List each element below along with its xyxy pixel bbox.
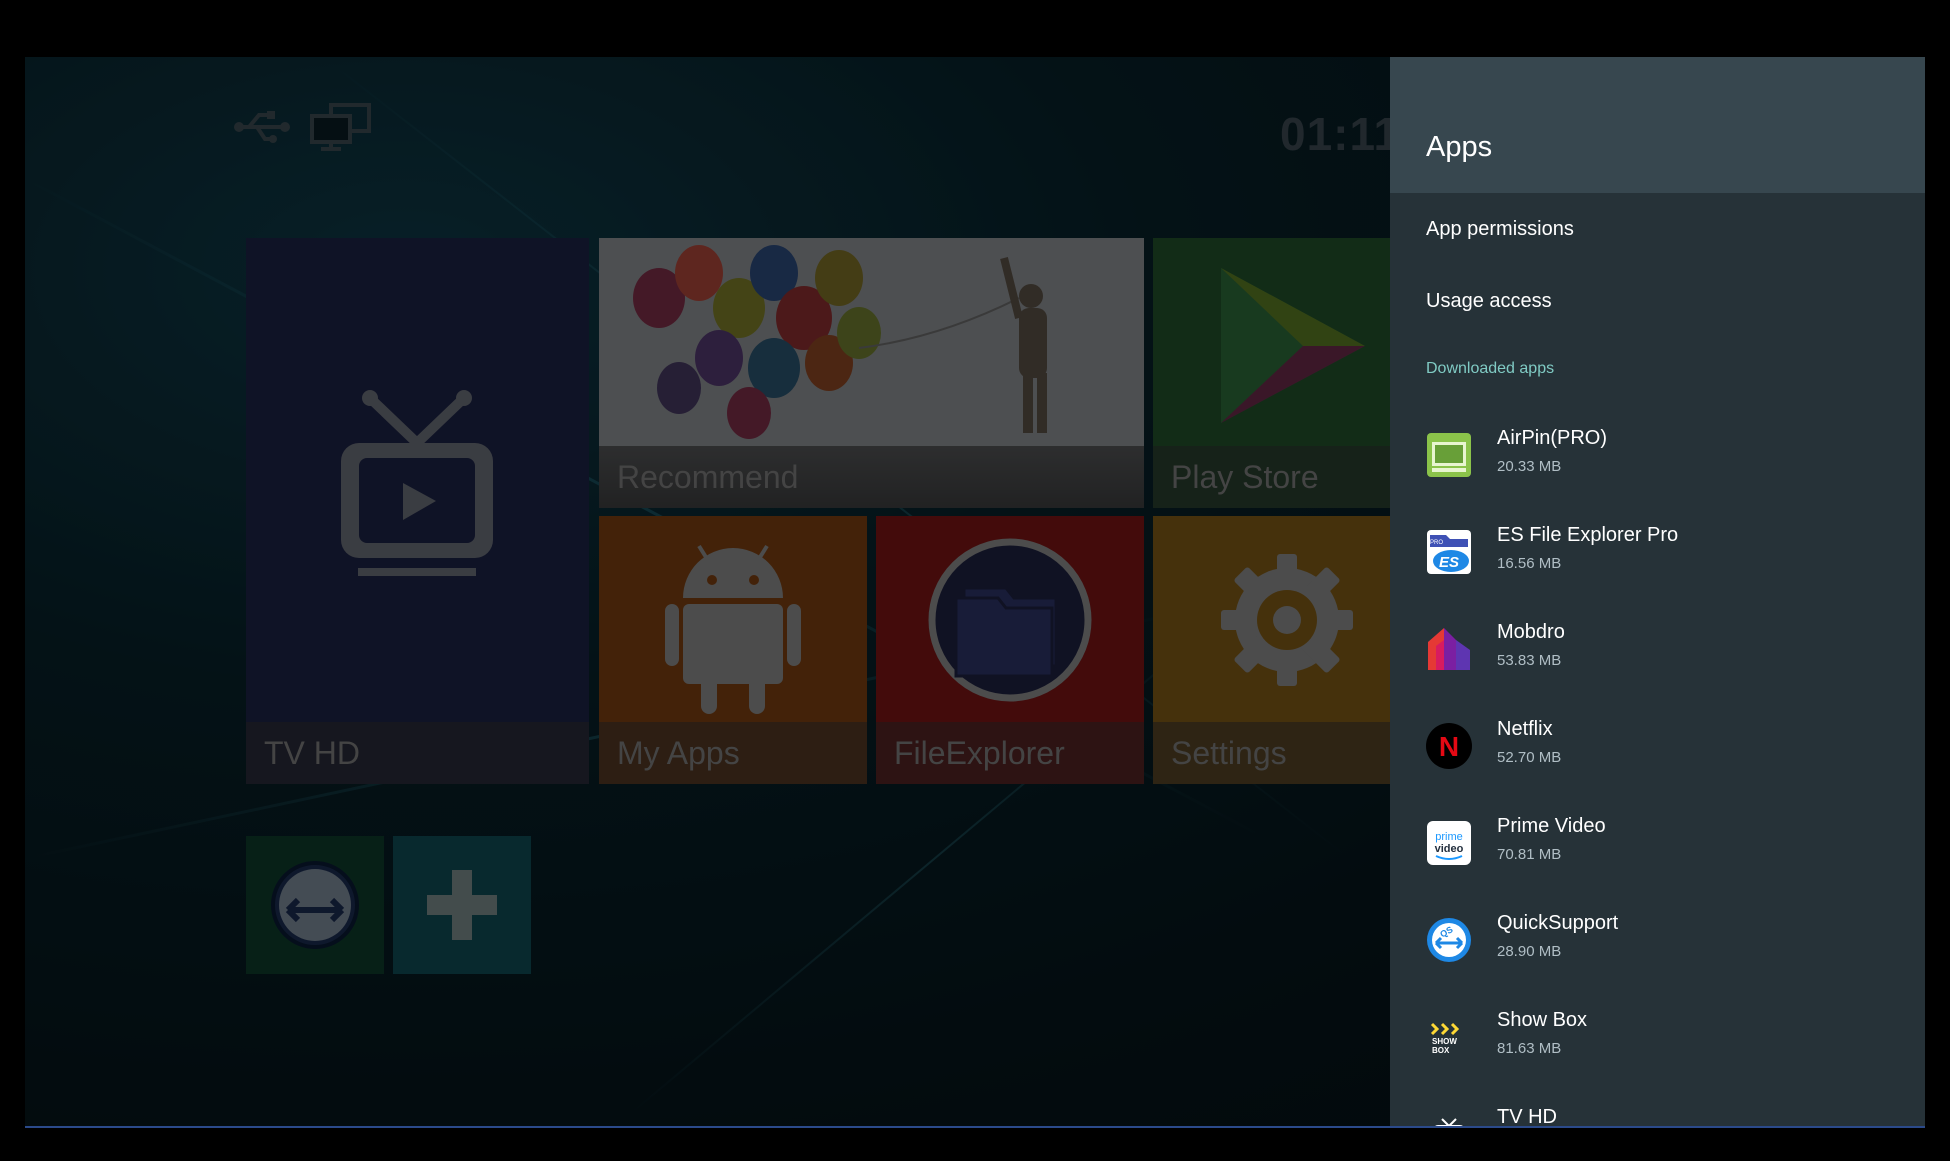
app-size: 16.56 MB xyxy=(1497,555,1562,572)
tile-label: My Apps xyxy=(599,722,867,784)
screen-bottom-edge xyxy=(25,1126,1925,1128)
app-size: 28.90 MB xyxy=(1497,943,1562,960)
showbox-text-2: BOX xyxy=(1432,1046,1450,1055)
tile-label: FileExplorer xyxy=(876,722,1144,784)
tile-play-store[interactable]: Play Store xyxy=(1153,238,1398,508)
showbox-text-1: SHOW xyxy=(1432,1037,1457,1046)
quicksupport-icon xyxy=(271,861,359,949)
app-name: TV HD xyxy=(1497,1106,1557,1127)
app-name: Show Box xyxy=(1497,1009,1588,1031)
list-item-airpin[interactable]: AirPin(PRO) 20.33 MB xyxy=(1390,418,1925,510)
tile-settings[interactable]: Settings xyxy=(1153,516,1398,784)
netflix-icon: N xyxy=(1426,723,1472,769)
menu-item-usage-access[interactable]: Usage access xyxy=(1426,290,1552,313)
menu-item-app-permissions[interactable]: App permissions xyxy=(1426,218,1574,241)
tile-label: Play Store xyxy=(1153,446,1398,508)
prime-video-icon: prime video xyxy=(1426,820,1472,866)
list-item-prime-video[interactable]: prime video Prime Video 70.81 MB xyxy=(1390,806,1925,898)
app-size: 81.63 MB xyxy=(1497,1040,1562,1057)
gear-icon xyxy=(1221,554,1353,686)
tile-add-app[interactable] xyxy=(393,836,531,974)
es-pro-text: PRO xyxy=(1430,540,1443,546)
tile-recommend[interactable]: Recommend xyxy=(599,238,1144,508)
es-file-explorer-icon: PRO ES xyxy=(1426,529,1472,575)
tile-label: Recommend xyxy=(599,446,1144,508)
mobdro-icon xyxy=(1426,626,1472,672)
es-logo-text: ES xyxy=(1439,554,1459,571)
app-size: 52.70 MB xyxy=(1497,749,1562,766)
play-store-icon xyxy=(1221,268,1365,423)
plus-icon xyxy=(427,870,497,940)
quicksupport-icon: QS xyxy=(1426,917,1472,963)
panel-header: Apps xyxy=(1390,57,1925,193)
android-icon xyxy=(665,544,801,714)
app-name: Prime Video xyxy=(1497,815,1606,837)
netflix-logo-text: N xyxy=(1439,731,1459,762)
list-item-es-file-explorer[interactable]: PRO ES ES File Explorer Pro 16.56 MB xyxy=(1390,515,1925,607)
section-label: Downloaded apps xyxy=(1426,360,1555,377)
app-size: 53.83 MB xyxy=(1497,652,1562,669)
list-item-mobdro[interactable]: Mobdro 53.83 MB xyxy=(1390,612,1925,704)
tile-tv-hd[interactable]: TV HD xyxy=(246,238,589,784)
tile-file-explorer[interactable]: FileExplorer xyxy=(876,516,1144,784)
app-name: Mobdro xyxy=(1497,621,1565,643)
app-size: 70.81 MB xyxy=(1497,846,1562,863)
tv-hd-icon xyxy=(1426,1111,1472,1127)
video-text: video xyxy=(1435,843,1464,855)
tile-label: Settings xyxy=(1153,722,1398,784)
app-name: AirPin(PRO) xyxy=(1497,427,1608,449)
tv-icon xyxy=(341,390,493,576)
apps-panel: Apps App permissions Usage access Downlo… xyxy=(1390,57,1925,1127)
balloons-image xyxy=(599,238,1144,446)
app-size: 20.33 MB xyxy=(1497,458,1562,475)
prime-text: prime xyxy=(1435,831,1463,843)
list-item-quicksupport[interactable]: QS QuickSupport 28.90 MB xyxy=(1390,903,1925,995)
app-name: Netflix xyxy=(1497,718,1553,740)
app-name: ES File Explorer Pro xyxy=(1497,524,1679,546)
list-item-show-box[interactable]: SHOW BOX Show Box 81.63 MB xyxy=(1390,1000,1925,1092)
usb-icon xyxy=(233,107,295,152)
network-icon xyxy=(309,102,373,157)
folder-icon xyxy=(928,538,1092,702)
clock: 01:11 xyxy=(1280,108,1401,160)
tile-quicksupport[interactable] xyxy=(246,836,384,974)
app-name: QuickSupport xyxy=(1497,912,1619,934)
list-item-tv-hd[interactable]: TV HD xyxy=(1390,1097,1925,1127)
panel-title: Apps xyxy=(1426,131,1493,163)
list-item-netflix[interactable]: N Netflix 52.70 MB xyxy=(1390,709,1925,801)
tile-my-apps[interactable]: My Apps xyxy=(599,516,867,784)
tile-label: TV HD xyxy=(246,722,589,784)
show-box-icon: SHOW BOX xyxy=(1426,1014,1472,1060)
airpin-icon xyxy=(1426,432,1472,478)
status-bar xyxy=(233,102,373,157)
